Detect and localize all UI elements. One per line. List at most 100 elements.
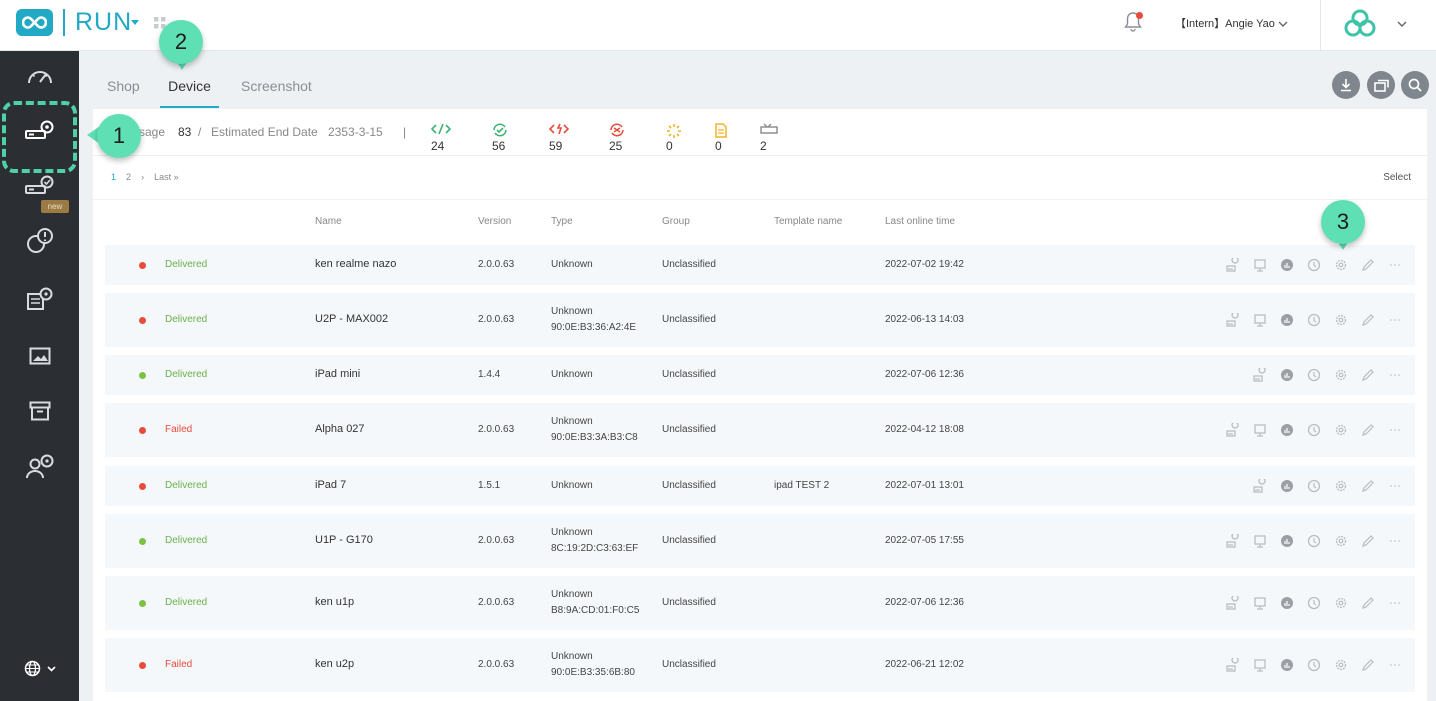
gear-icon[interactable] — [1327, 533, 1354, 549]
table-row[interactable]: Delivered U1P - G170 2.0.0.63 Unknown 8C:19:… — [105, 514, 1415, 568]
stat-pending[interactable]: 0 — [715, 123, 727, 153]
user-name[interactable]: 【Intern】Angie Yao — [1175, 15, 1275, 31]
window-button[interactable] — [1367, 71, 1395, 99]
tab-device[interactable]: Device — [160, 66, 219, 108]
monitor-icon[interactable] — [1246, 422, 1273, 438]
stat-loading[interactable]: 0 — [666, 123, 682, 153]
link-device-icon[interactable] — [1219, 257, 1246, 273]
link-device-icon[interactable] — [1219, 657, 1246, 673]
table-row[interactable]: Delivered U2P - MAX002 2.0.0.63 Unknown 90:0… — [105, 293, 1415, 347]
gear-icon[interactable] — [1327, 478, 1354, 494]
link-device-icon[interactable] — [1246, 478, 1273, 494]
gear-icon[interactable] — [1327, 657, 1354, 673]
sidebar-item-dashboard[interactable] — [0, 51, 79, 101]
link-device-icon[interactable] — [1219, 533, 1246, 549]
chevron-down-icon[interactable] — [1278, 16, 1288, 34]
chart-icon[interactable] — [1273, 422, 1300, 438]
table-row[interactable]: Delivered iPad 7 1.5.1 Unknown Unclassified i… — [105, 466, 1415, 506]
brand-logo-icon[interactable] — [1343, 8, 1377, 43]
clock-icon[interactable] — [1300, 367, 1327, 383]
stat-hidden[interactable]: 25 — [609, 123, 625, 153]
pencil-icon[interactable] — [1354, 367, 1381, 383]
chart-icon[interactable] — [1273, 312, 1300, 328]
clock-icon[interactable] — [1300, 533, 1327, 549]
table-row[interactable]: Failed ken u2p 2.0.0.63 Unknown 90:0E:B3:35:… — [105, 638, 1415, 692]
more-icon[interactable] — [1381, 367, 1408, 383]
monitor-icon[interactable] — [1246, 657, 1273, 673]
infinity-logo-icon[interactable] — [16, 9, 53, 36]
clock-icon[interactable] — [1300, 312, 1327, 328]
stat-online[interactable]: 24 — [431, 123, 451, 153]
table-row[interactable]: Delivered ken u1p 2.0.0.63 Unknown B8:9A:CD:… — [105, 576, 1415, 630]
last-page-link[interactable]: Last » — [154, 172, 179, 182]
gear-icon[interactable] — [1327, 595, 1354, 611]
more-icon[interactable] — [1381, 422, 1408, 438]
search-button[interactable] — [1401, 71, 1429, 99]
page-1-link[interactable]: 1 — [111, 172, 116, 182]
stat-offline[interactable]: 59 — [549, 123, 569, 153]
clock-icon[interactable] — [1300, 257, 1327, 273]
language-selector[interactable] — [24, 660, 56, 677]
clock-icon[interactable] — [1300, 422, 1327, 438]
more-icon[interactable] — [1381, 595, 1408, 611]
tab-screenshot[interactable]: Screenshot — [241, 66, 312, 108]
sidebar-item-archive[interactable] — [0, 386, 79, 436]
link-device-icon[interactable] — [1219, 595, 1246, 611]
clock-icon[interactable] — [1300, 657, 1327, 673]
monitor-icon[interactable] — [1246, 257, 1273, 273]
sidebar-item-users[interactable] — [0, 441, 79, 491]
monitor-icon[interactable] — [1246, 533, 1273, 549]
device-name[interactable]: U1P - G170 — [315, 534, 373, 546]
page-2-link[interactable]: 2 — [126, 172, 131, 182]
gear-icon[interactable] — [1327, 312, 1354, 328]
clock-icon[interactable] — [1300, 478, 1327, 494]
device-name[interactable]: Alpha 027 — [315, 423, 365, 435]
monitor-icon[interactable] — [1246, 312, 1273, 328]
stat-synced[interactable]: 56 — [492, 123, 508, 153]
sidebar-item-alerts[interactable] — [0, 216, 79, 266]
sidebar-item-content[interactable] — [0, 274, 79, 324]
table-row[interactable]: Delivered ken realme nazo 2.0.0.63 Unknown U… — [105, 245, 1415, 285]
link-device-icon[interactable] — [1246, 367, 1273, 383]
pencil-icon[interactable] — [1354, 478, 1381, 494]
more-icon[interactable] — [1381, 312, 1408, 328]
more-icon[interactable] — [1381, 257, 1408, 273]
gear-icon[interactable] — [1327, 367, 1354, 383]
more-icon[interactable] — [1381, 478, 1408, 494]
device-name[interactable]: ken u2p — [315, 658, 354, 670]
link-device-icon[interactable] — [1219, 312, 1246, 328]
next-page-link[interactable]: › — [141, 172, 144, 182]
chart-icon[interactable] — [1273, 533, 1300, 549]
device-name[interactable]: iPad mini — [315, 368, 360, 380]
table-row[interactable]: Failed Alpha 027 2.0.0.63 Unknown 90:0E:B3:3… — [105, 403, 1415, 457]
chevron-down-icon[interactable] — [131, 20, 139, 25]
device-name[interactable]: ken realme nazo — [315, 258, 396, 270]
clock-icon[interactable] — [1300, 595, 1327, 611]
chart-icon[interactable] — [1273, 478, 1300, 494]
chart-icon[interactable] — [1273, 367, 1300, 383]
chart-icon[interactable] — [1273, 657, 1300, 673]
pencil-icon[interactable] — [1354, 257, 1381, 273]
download-button[interactable] — [1332, 71, 1360, 99]
pencil-icon[interactable] — [1354, 422, 1381, 438]
table-row[interactable]: Delivered iPad mini 1.4.4 Unknown Unclassifi… — [105, 355, 1415, 395]
tab-shop[interactable]: Shop — [107, 66, 140, 108]
more-icon[interactable] — [1381, 533, 1408, 549]
select-button[interactable]: Select — [1383, 172, 1411, 183]
device-name[interactable]: U2P - MAX002 — [315, 313, 388, 325]
chevron-down-icon[interactable] — [1397, 16, 1407, 34]
sidebar-item-media[interactable] — [0, 331, 79, 381]
chart-icon[interactable] — [1273, 257, 1300, 273]
pencil-icon[interactable] — [1354, 657, 1381, 673]
pencil-icon[interactable] — [1354, 533, 1381, 549]
gear-icon[interactable] — [1327, 257, 1354, 273]
gear-icon[interactable] — [1327, 422, 1354, 438]
link-device-icon[interactable] — [1219, 422, 1246, 438]
more-icon[interactable] — [1381, 657, 1408, 673]
device-name[interactable]: ken u1p — [315, 596, 354, 608]
app-name[interactable]: RUN — [75, 9, 132, 36]
monitor-icon[interactable] — [1246, 595, 1273, 611]
pencil-icon[interactable] — [1354, 312, 1381, 328]
stat-disconnected[interactable]: 2 — [760, 123, 778, 153]
chart-icon[interactable] — [1273, 595, 1300, 611]
